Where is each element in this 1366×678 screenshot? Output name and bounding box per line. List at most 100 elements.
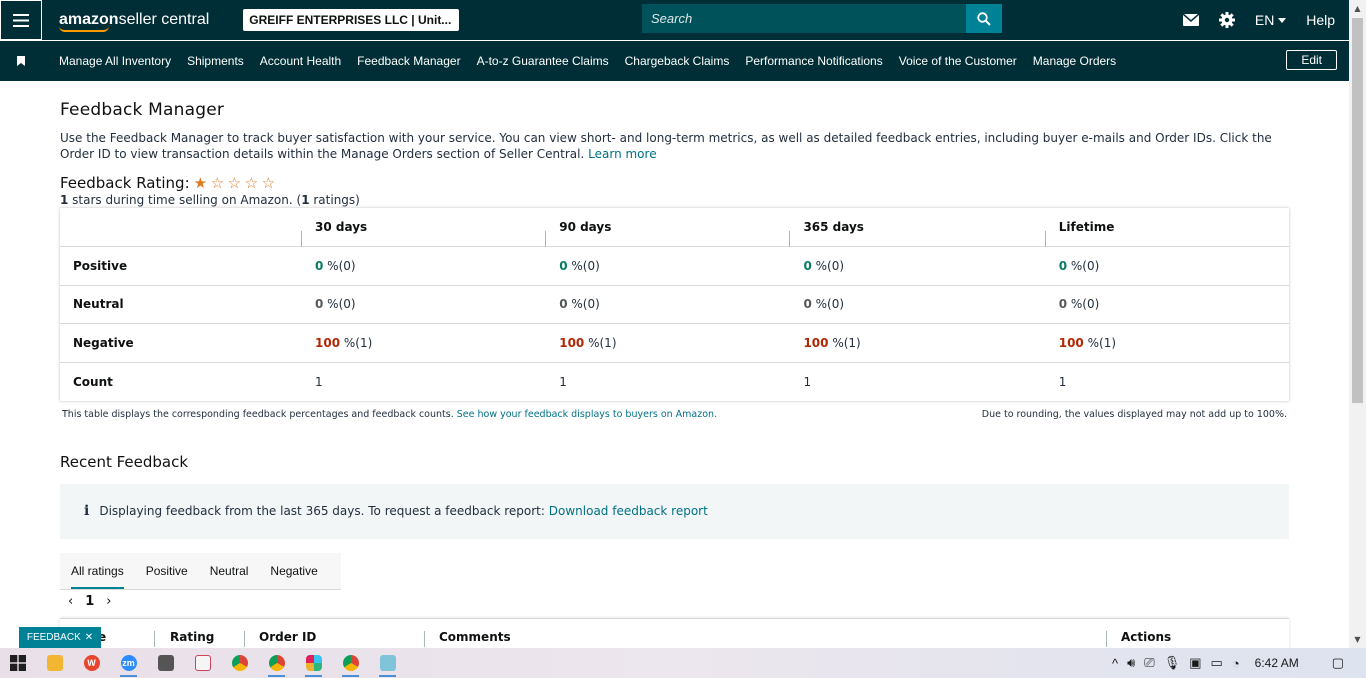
- nav-item-manage-orders[interactable]: Manage Orders: [1033, 54, 1116, 68]
- row-label: Positive: [60, 246, 301, 286]
- column-header: 90 days: [545, 208, 790, 247]
- notifications-icon[interactable]: ▢: [1332, 655, 1344, 671]
- column-header-order-id[interactable]: Order ID: [259, 630, 316, 644]
- search-input[interactable]: [642, 4, 966, 33]
- page-scrollbar[interactable]: ▲ ▼: [1349, 0, 1366, 648]
- show-hidden-icons-chevron-icon[interactable]: ^: [1112, 656, 1118, 671]
- star-filled-icon: ★: [193, 174, 208, 192]
- wps-office-icon[interactable]: W: [73, 648, 110, 678]
- microphone-icon[interactable]: 🎙︎: [1164, 655, 1181, 671]
- star-empty-icon: ☆: [227, 174, 242, 192]
- slack-icon[interactable]: [295, 648, 332, 678]
- prev-page-chevron-icon[interactable]: ‹: [68, 594, 73, 609]
- next-page-chevron-icon[interactable]: ›: [106, 594, 111, 609]
- windows-start-icon[interactable]: [0, 655, 36, 671]
- cell-percent: 0: [803, 297, 812, 312]
- star-rating: ★ ☆ ☆ ☆ ☆: [194, 174, 279, 192]
- cell-count: %(1): [584, 335, 617, 350]
- learn-more-link[interactable]: Learn more: [588, 147, 656, 161]
- star-empty-icon: ☆: [244, 174, 259, 192]
- battery-icon[interactable]: ▭: [1211, 655, 1223, 671]
- column-header-label: 365 days: [789, 220, 1044, 247]
- seller-central-logo[interactable]: amazon seller central: [59, 0, 209, 40]
- cell-percent: 100: [559, 335, 585, 350]
- column-header-comments[interactable]: Comments: [439, 630, 511, 644]
- feedback-tab[interactable]: FEEDBACK ✕: [19, 627, 101, 648]
- nav-item-manage-all-inventory[interactable]: Manage All Inventory: [59, 54, 171, 68]
- screen-icon[interactable]: ▣: [1189, 655, 1201, 671]
- row-label: Neutral: [60, 285, 301, 324]
- feedback-table-header: 30 days 90 days 365 days Lifetime: [60, 208, 1289, 247]
- nav-item-voice-of-the-customer[interactable]: Voice of the Customer: [899, 54, 1017, 68]
- windows-taskbar: W zm ^ 🔊︎ ⎚ 🎙︎ ▣ ▭ ◔ 6:42 AM ▢: [0, 648, 1366, 678]
- chrome-icon[interactable]: [221, 648, 258, 678]
- table-cell: 0 %(0): [1044, 246, 1289, 286]
- clock[interactable]: 6:42 AM: [1255, 656, 1299, 670]
- hamburger-menu-icon[interactable]: [0, 0, 42, 40]
- chrome-profile-icon[interactable]: [258, 648, 295, 678]
- cell-count: %(0): [811, 297, 845, 312]
- column-header-rating[interactable]: Rating: [170, 630, 214, 644]
- table-notes: This table displays the corresponding fe…: [60, 409, 1289, 420]
- rating-label: Feedback Rating:: [60, 174, 190, 192]
- zoom-icon[interactable]: zm: [110, 648, 147, 678]
- mail-icon[interactable]: [1182, 14, 1199, 26]
- nav-item-feedback-manager[interactable]: Feedback Manager: [357, 54, 460, 68]
- recent-feedback-title: Recent Feedback: [60, 452, 189, 471]
- cell-count: %(0): [323, 297, 356, 312]
- info-icon: i: [84, 503, 90, 519]
- meet-now-icon[interactable]: ⎚: [1144, 655, 1154, 671]
- see-how-feedback-displays-link[interactable]: See how your feedback displays to buyers…: [457, 409, 717, 420]
- scroll-up-arrow-icon[interactable]: ▲: [1349, 0, 1366, 17]
- current-page[interactable]: 1: [85, 594, 94, 609]
- cell-count: %(1): [828, 335, 861, 350]
- scroll-down-arrow-icon[interactable]: ▼: [1349, 631, 1366, 648]
- chrome-second-profile-icon[interactable]: [332, 648, 369, 678]
- star-empty-icon: ☆: [261, 174, 276, 192]
- paint-icon[interactable]: [184, 648, 221, 678]
- speaker-icon[interactable]: 🔊︎: [1127, 655, 1135, 671]
- bookmark-icon[interactable]: [0, 56, 42, 66]
- nav-item-account-health[interactable]: Account Health: [260, 54, 341, 68]
- file-explorer-icon[interactable]: [36, 648, 73, 678]
- edit-nav-button[interactable]: Edit: [1286, 50, 1337, 70]
- cell-percent: 100: [1058, 335, 1084, 350]
- cell-count: %(0): [323, 258, 356, 273]
- tab-neutral[interactable]: Neutral: [210, 552, 249, 589]
- nav-item-shipments[interactable]: Shipments: [187, 54, 244, 68]
- gear-icon[interactable]: [1218, 12, 1235, 28]
- cell-count: %(0): [1067, 297, 1100, 312]
- account-switcher[interactable]: GREIFF ENTERPRISES LLC | Unit...: [243, 9, 460, 31]
- wifi-icon[interactable]: ◔: [1232, 656, 1240, 671]
- language-selector[interactable]: EN: [1255, 12, 1287, 28]
- notepad-icon[interactable]: [369, 648, 406, 678]
- nav-item-a-to-z-guarantee-claims[interactable]: A-to-z Guarantee Claims: [477, 54, 609, 68]
- rounding-note: Due to rounding, the values displayed ma…: [981, 408, 1287, 420]
- nav-items: Manage All Inventory Shipments Account Hea…: [59, 54, 1116, 68]
- table-note-left: This table displays the corresponding fe…: [62, 409, 717, 420]
- close-icon[interactable]: ✕: [85, 632, 93, 643]
- help-link[interactable]: Help: [1306, 12, 1335, 28]
- scroll-thumb[interactable]: [1352, 18, 1363, 403]
- cell-count: %(0): [567, 297, 600, 312]
- nav-item-chargeback-claims[interactable]: Chargeback Claims: [625, 54, 730, 68]
- tab-all-ratings[interactable]: All ratings: [71, 552, 124, 589]
- column-divider: [244, 631, 245, 647]
- row-label: Count: [73, 374, 113, 389]
- download-feedback-report-link[interactable]: Download feedback report: [549, 504, 708, 518]
- cell-percent: 100: [315, 335, 341, 350]
- feedback-table: 30 days 90 days 365 days Lifetime Positive 0…: [60, 208, 1289, 401]
- table-cell: 0 %(0): [789, 246, 1045, 286]
- calculator-icon[interactable]: [147, 648, 184, 678]
- tab-positive[interactable]: Positive: [146, 552, 188, 589]
- search-button[interactable]: [966, 4, 1002, 33]
- table-cell: 100 %(1): [545, 323, 790, 363]
- feedback-rating: Feedback Rating: ★ ☆ ☆ ☆ ☆: [60, 174, 1289, 192]
- column-header-actions[interactable]: Actions: [1121, 630, 1171, 644]
- column-header-label: 90 days: [545, 220, 789, 247]
- nav-item-performance-notifications[interactable]: Performance Notifications: [745, 54, 882, 68]
- cell-count: %(1): [1083, 335, 1117, 350]
- cell-percent: 0: [803, 258, 812, 273]
- tab-negative[interactable]: Negative: [270, 552, 317, 589]
- cell-count: 1: [803, 374, 812, 389]
